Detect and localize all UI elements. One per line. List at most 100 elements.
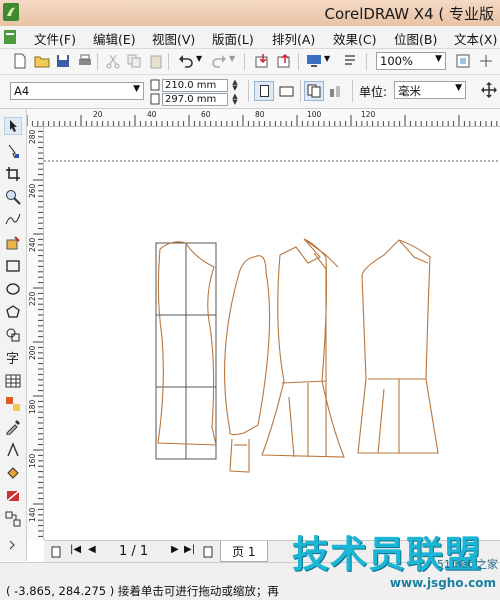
open-icon[interactable]	[34, 53, 50, 69]
document-icon[interactable]	[3, 29, 17, 45]
application-launcher-icon[interactable]	[306, 53, 322, 69]
insert-page-before-icon[interactable]	[50, 546, 62, 558]
page-counter: 1 / 1	[119, 544, 149, 559]
insert-page-after-icon[interactable]	[202, 546, 214, 558]
copy-icon[interactable]	[126, 53, 142, 69]
toolbar-separator	[244, 53, 245, 70]
launcher-dropdown-icon[interactable]: ▼	[324, 54, 330, 63]
shape-tool-icon[interactable]	[5, 143, 21, 159]
ruler-label: 200	[28, 345, 37, 360]
window-title: CorelDRAW X4 ( 专业版	[324, 5, 495, 23]
eyedropper-tool-icon[interactable]	[5, 419, 21, 435]
all-pages-button[interactable]	[304, 81, 324, 101]
outline-tool-icon[interactable]	[5, 442, 21, 458]
ruler-label: 40	[147, 110, 157, 119]
unit-select[interactable]: 毫米 ▼	[394, 81, 466, 99]
export-icon[interactable]	[276, 53, 292, 69]
table-tool-icon[interactable]	[5, 373, 21, 389]
coreldraw-app-icon[interactable]	[2, 2, 20, 22]
zoom-level-select[interactable]: 100% ▼	[376, 52, 446, 70]
welcome-screen-icon[interactable]	[342, 53, 358, 69]
page-width-field[interactable]: 210.0 mm	[162, 79, 228, 92]
next-page-icon[interactable]: ▶	[171, 544, 179, 555]
rectangle-tool-icon[interactable]	[5, 258, 21, 274]
fill-tool-icon[interactable]	[5, 465, 21, 481]
ellipse-tool-icon[interactable]	[5, 281, 21, 297]
new-document-icon[interactable]	[12, 53, 28, 69]
paste-icon[interactable]	[148, 53, 164, 69]
basic-shapes-tool-icon[interactable]	[5, 327, 21, 343]
crop-tool-icon[interactable]	[5, 166, 21, 182]
height-spin-icon[interactable]: ▲ ▼	[230, 93, 240, 106]
menu-arrange[interactable]: 排列(A)	[272, 29, 315, 48]
undo-dropdown-icon[interactable]: ▼	[196, 54, 202, 63]
menu-bar: 文件(F) 编辑(E) 视图(V) 版面(L) 排列(A) 效果(C) 位图(B…	[0, 26, 500, 49]
vertical-ruler[interactable]: 280 260 240 220 200 180 160 140	[27, 126, 44, 540]
zoom-to-page-icon[interactable]	[455, 53, 471, 69]
text-tool-icon[interactable]: 字	[5, 350, 21, 366]
toolbar-separator	[300, 80, 301, 102]
svg-text:字: 字	[6, 352, 19, 366]
menu-bitmaps[interactable]: 位图(B)	[394, 29, 437, 48]
horizontal-ruler[interactable]: 20 40 60 80 100 120	[27, 109, 500, 127]
chevron-down-icon: ▼	[435, 54, 442, 64]
last-page-icon[interactable]: ▶|	[184, 544, 195, 555]
menu-layout[interactable]: 版面(L)	[212, 29, 254, 48]
save-icon[interactable]	[55, 53, 71, 69]
freehand-tool-icon[interactable]	[5, 212, 21, 228]
smart-fill-tool-icon[interactable]	[5, 235, 21, 251]
sleeve-drawing	[224, 255, 271, 473]
ruler-label: 20	[93, 110, 103, 119]
toolbox: 字	[0, 109, 27, 561]
page-tab[interactable]: 页 1	[220, 541, 268, 562]
cursor-coordinates: ( -3.865, 284.275 )	[6, 584, 115, 598]
extend-toolbox-icon[interactable]	[5, 537, 21, 553]
menu-edit[interactable]: 编辑(E)	[93, 29, 136, 48]
page-width-value: 210.0 mm	[165, 80, 217, 91]
current-page-icon[interactable]	[328, 83, 344, 99]
first-page-icon[interactable]: |◀	[70, 544, 81, 555]
redo-dropdown-icon[interactable]: ▼	[229, 54, 235, 63]
status-message: ( -3.865, 284.275 ) 接着单击可进行拖动或缩放；再	[6, 583, 279, 599]
previous-page-icon[interactable]: ◀	[88, 544, 96, 555]
pattern-grid	[155, 242, 217, 460]
landscape-icon[interactable]	[279, 83, 295, 99]
pick-tool-icon[interactable]	[4, 117, 22, 135]
ruler-label: 80	[255, 110, 265, 119]
page-height-field[interactable]: 297.0 mm	[162, 93, 228, 106]
print-icon[interactable]	[77, 53, 93, 69]
cut-icon[interactable]	[105, 53, 121, 69]
zoom-tool-icon[interactable]	[5, 189, 21, 205]
blend-tool-icon[interactable]	[5, 396, 21, 412]
nudge-icon[interactable]	[481, 82, 497, 98]
redo-icon[interactable]	[211, 53, 227, 69]
menu-file[interactable]: 文件(F)	[34, 29, 76, 48]
drawing-canvas[interactable]	[44, 127, 500, 540]
title-bar: CorelDRAW X4 ( 专业版	[0, 0, 500, 27]
paper-size-select[interactable]: A4 ▼	[10, 82, 144, 100]
ruler-label: 120	[361, 110, 376, 119]
front-pattern-piece	[157, 241, 217, 446]
interactive-fill-tool-icon[interactable]	[5, 488, 21, 504]
undo-icon[interactable]	[178, 53, 194, 69]
unit-value: 毫米	[398, 84, 421, 98]
toolbar-separator	[97, 53, 98, 70]
snap-to-icon[interactable]	[478, 53, 494, 69]
page-tab-label: 页 1	[232, 545, 256, 559]
connector-tool-icon[interactable]	[5, 511, 21, 527]
ruler-label: 280	[28, 129, 37, 144]
import-icon[interactable]	[254, 53, 270, 69]
garment-drawing	[44, 160, 500, 473]
menu-effects[interactable]: 效果(C)	[333, 29, 376, 48]
ruler-label: 240	[28, 237, 37, 252]
toolbar-separator	[366, 53, 367, 70]
ruler-label: 180	[28, 399, 37, 414]
page-height-icon	[150, 93, 160, 105]
width-spin-icon[interactable]: ▲ ▼	[230, 79, 240, 92]
portrait-button[interactable]	[254, 81, 274, 101]
polygon-tool-icon[interactable]	[5, 304, 21, 320]
menu-view[interactable]: 视图(V)	[152, 29, 195, 48]
menu-text[interactable]: 文本(X)	[454, 29, 497, 48]
toolbar-separator	[168, 53, 169, 70]
ruler-label: 260	[28, 183, 37, 198]
